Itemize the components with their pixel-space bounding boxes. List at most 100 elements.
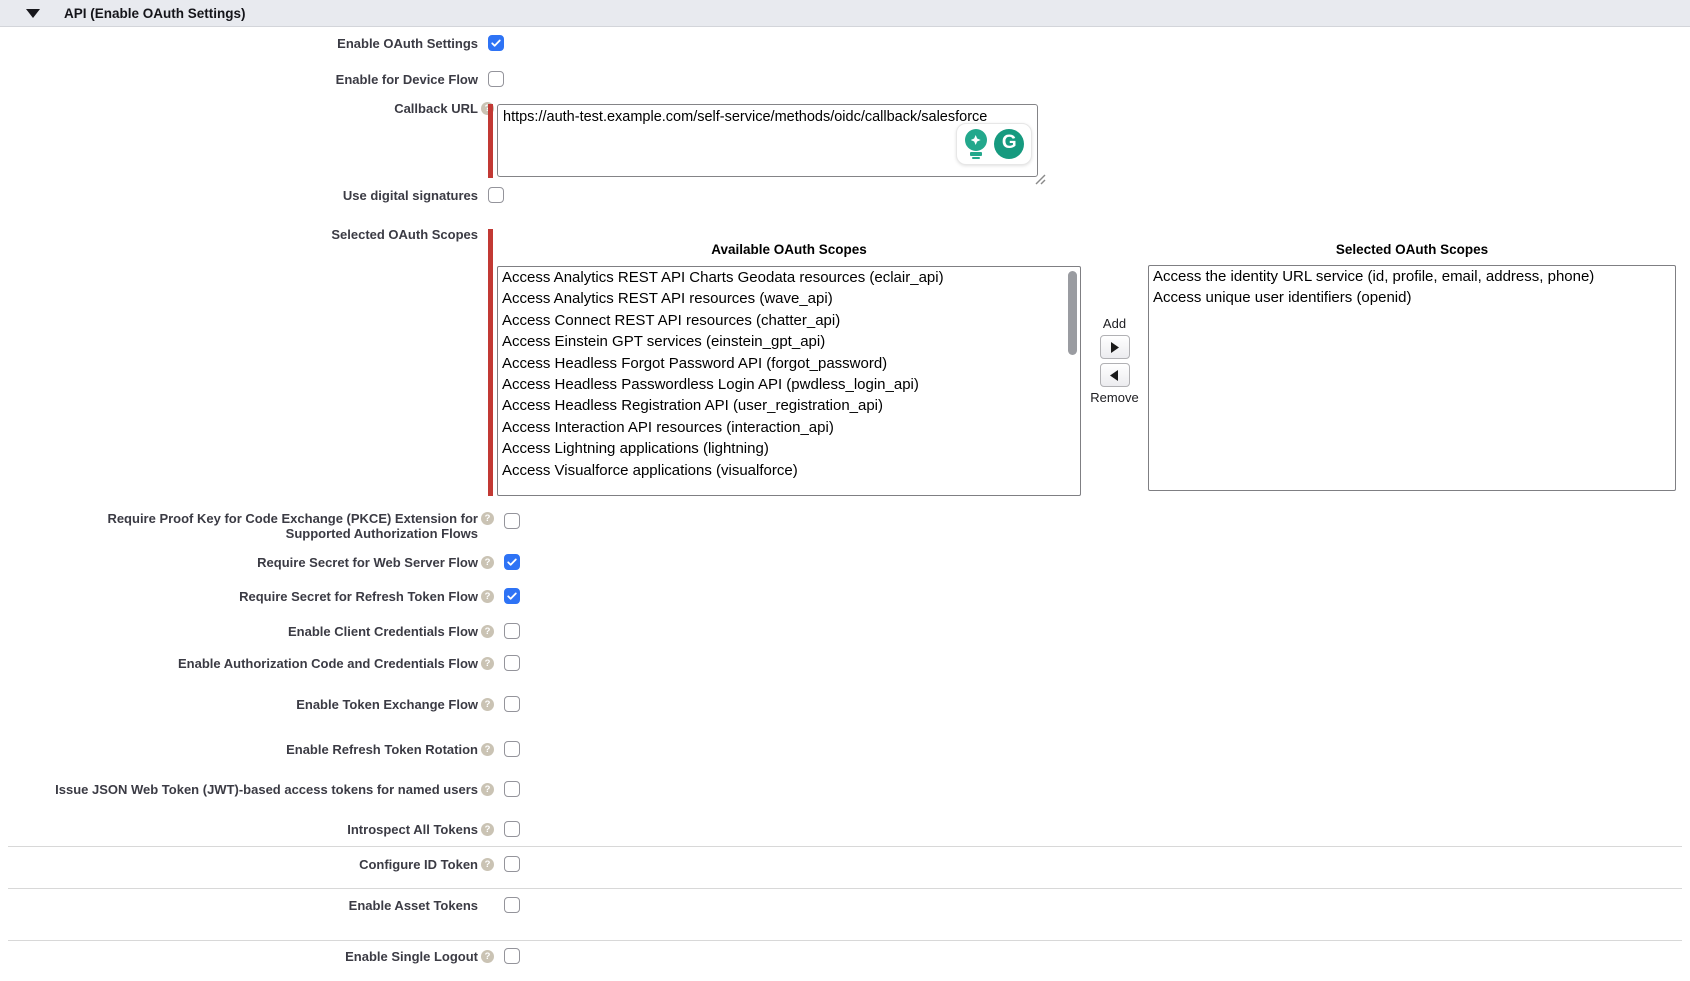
pkce-label: Require Proof Key for Code Exchange (PKC… bbox=[0, 511, 478, 541]
introspect-checkbox[interactable] bbox=[504, 821, 520, 837]
refresh-rotation-checkbox[interactable] bbox=[504, 741, 520, 757]
scope-option[interactable]: Access Headless Passwordless Login API (… bbox=[498, 374, 1080, 395]
scope-option[interactable]: Access the identity URL service (id, pro… bbox=[1149, 266, 1675, 287]
selected-scopes-header: Selected OAuth Scopes bbox=[1148, 242, 1676, 257]
available-scopes-header: Available OAuth Scopes bbox=[497, 242, 1081, 257]
remove-label: Remove bbox=[1090, 390, 1138, 405]
scope-option[interactable]: Access Headless Registration API (user_r… bbox=[498, 395, 1080, 416]
scope-option[interactable]: Access Einstein GPT services (einstein_g… bbox=[498, 331, 1080, 352]
available-scopes-listbox[interactable]: Access Analytics REST API Charts Geodata… bbox=[497, 266, 1081, 496]
row-web-server-secret: Require Secret for Web Server Flow bbox=[0, 555, 1120, 570]
scope-option[interactable]: Access Lightning applications (lightning… bbox=[498, 438, 1080, 459]
row-digital-signatures: Use digital signatures bbox=[0, 188, 1120, 203]
row-device-flow: Enable for Device Flow bbox=[0, 72, 1120, 87]
required-indicator-bar bbox=[488, 104, 493, 178]
help-icon[interactable] bbox=[481, 657, 494, 670]
add-remove-controls: Add Remove bbox=[1081, 266, 1148, 405]
introspect-label: Introspect All Tokens bbox=[0, 822, 478, 837]
row-oauth-scopes: Selected OAuth Scopes bbox=[0, 227, 1120, 242]
required-indicator-bar bbox=[488, 229, 493, 496]
scope-option[interactable]: Access unique user identifiers (openid) bbox=[1149, 287, 1675, 308]
pkce-label-line2: Supported Authorization Flows bbox=[286, 526, 478, 541]
auth-code-credentials-checkbox[interactable] bbox=[504, 655, 520, 671]
web-server-secret-label: Require Secret for Web Server Flow bbox=[0, 555, 478, 570]
row-token-exchange: Enable Token Exchange Flow bbox=[0, 697, 1120, 712]
scope-option[interactable]: Access Interaction API resources (intera… bbox=[498, 417, 1080, 438]
pkce-checkbox[interactable] bbox=[504, 513, 520, 529]
help-icon[interactable] bbox=[481, 590, 494, 603]
row-jwt-tokens: Issue JSON Web Token (JWT)-based access … bbox=[0, 782, 1120, 797]
refresh-token-secret-checkbox[interactable] bbox=[504, 588, 520, 604]
help-icon[interactable] bbox=[481, 950, 494, 963]
divider bbox=[8, 846, 1682, 847]
section-header: API (Enable OAuth Settings) bbox=[0, 0, 1690, 27]
grammarly-widget: G bbox=[956, 123, 1032, 165]
device-flow-checkbox[interactable] bbox=[488, 71, 504, 87]
pkce-label-line1: Require Proof Key for Code Exchange (PKC… bbox=[107, 511, 478, 526]
remove-button[interactable] bbox=[1100, 363, 1130, 387]
single-logout-label: Enable Single Logout bbox=[0, 949, 478, 964]
single-logout-checkbox[interactable] bbox=[504, 948, 520, 964]
configure-id-token-label: Configure ID Token bbox=[0, 857, 478, 872]
selected-scopes-options: Access the identity URL service (id, pro… bbox=[1149, 266, 1675, 309]
checkmark-icon bbox=[506, 590, 518, 602]
token-exchange-checkbox[interactable] bbox=[504, 696, 520, 712]
grammarly-icon[interactable]: G bbox=[994, 129, 1024, 159]
help-icon[interactable] bbox=[481, 823, 494, 836]
row-enable-oauth: Enable OAuth Settings bbox=[0, 36, 1120, 51]
configure-id-token-checkbox[interactable] bbox=[504, 856, 520, 872]
digital-signatures-checkbox[interactable] bbox=[488, 187, 504, 203]
asset-tokens-label: Enable Asset Tokens bbox=[0, 898, 478, 913]
resize-handle-icon[interactable] bbox=[1033, 172, 1046, 185]
row-pkce: Require Proof Key for Code Exchange (PKC… bbox=[0, 511, 1120, 541]
enable-oauth-checkbox[interactable] bbox=[488, 35, 504, 51]
available-scopes-options: Access Analytics REST API Charts Geodata… bbox=[498, 267, 1080, 481]
scope-option[interactable]: Access Headless Forgot Password API (for… bbox=[498, 353, 1080, 374]
help-icon[interactable] bbox=[481, 698, 494, 711]
refresh-token-secret-label: Require Secret for Refresh Token Flow bbox=[0, 589, 478, 604]
jwt-tokens-label: Issue JSON Web Token (JWT)-based access … bbox=[0, 782, 478, 797]
section-title: API (Enable OAuth Settings) bbox=[64, 6, 246, 21]
web-server-secret-checkbox[interactable] bbox=[504, 554, 520, 570]
help-icon[interactable] bbox=[481, 625, 494, 638]
jwt-tokens-checkbox[interactable] bbox=[504, 781, 520, 797]
refresh-rotation-label: Enable Refresh Token Rotation bbox=[0, 742, 478, 757]
collapse-triangle-icon[interactable] bbox=[26, 9, 40, 18]
client-credentials-checkbox[interactable] bbox=[504, 623, 520, 639]
row-asset-tokens: Enable Asset Tokens bbox=[0, 898, 1120, 913]
scope-option[interactable]: Access Visualforce applications (visualf… bbox=[498, 460, 1080, 481]
enable-oauth-label: Enable OAuth Settings bbox=[0, 36, 478, 51]
scope-option[interactable]: Access Analytics REST API Charts Geodata… bbox=[498, 267, 1080, 288]
auth-code-credentials-label: Enable Authorization Code and Credential… bbox=[0, 656, 478, 671]
client-credentials-label: Enable Client Credentials Flow bbox=[0, 624, 478, 639]
oauth-settings-page: { "colors": { "accent_blue": "#2e73f5", … bbox=[0, 0, 1690, 981]
row-configure-id-token: Configure ID Token bbox=[0, 857, 1120, 872]
help-icon[interactable] bbox=[481, 556, 494, 569]
help-icon[interactable] bbox=[481, 783, 494, 796]
row-refresh-token-secret: Require Secret for Refresh Token Flow bbox=[0, 589, 1120, 604]
selected-scopes-listbox[interactable]: Access the identity URL service (id, pro… bbox=[1148, 265, 1676, 491]
asset-tokens-checkbox[interactable] bbox=[504, 897, 520, 913]
row-introspect: Introspect All Tokens bbox=[0, 822, 1120, 837]
add-button[interactable] bbox=[1100, 335, 1130, 359]
divider bbox=[8, 888, 1682, 889]
oauth-scopes-label: Selected OAuth Scopes bbox=[0, 227, 478, 242]
suggestion-bulb-icon[interactable] bbox=[964, 129, 988, 159]
row-auth-code-credentials: Enable Authorization Code and Credential… bbox=[0, 656, 1120, 671]
token-exchange-label: Enable Token Exchange Flow bbox=[0, 697, 478, 712]
help-icon[interactable] bbox=[481, 858, 494, 871]
help-icon[interactable] bbox=[481, 512, 494, 525]
callback-url-label: Callback URL bbox=[0, 101, 478, 116]
callback-url-field-wrap: https://auth-test.example.com/self-servi… bbox=[497, 104, 1038, 177]
scope-option[interactable]: Access Analytics REST API resources (wav… bbox=[498, 288, 1080, 309]
row-refresh-rotation: Enable Refresh Token Rotation bbox=[0, 742, 1120, 757]
checkmark-icon bbox=[490, 37, 502, 49]
help-icon[interactable] bbox=[481, 743, 494, 756]
left-arrow-icon bbox=[1110, 370, 1119, 381]
checkmark-icon bbox=[506, 556, 518, 568]
row-single-logout: Enable Single Logout bbox=[0, 949, 1120, 964]
device-flow-label: Enable for Device Flow bbox=[0, 72, 478, 87]
scope-option[interactable]: Access Connect REST API resources (chatt… bbox=[498, 310, 1080, 331]
right-arrow-icon bbox=[1110, 342, 1119, 353]
scrollbar-thumb[interactable] bbox=[1068, 271, 1077, 355]
